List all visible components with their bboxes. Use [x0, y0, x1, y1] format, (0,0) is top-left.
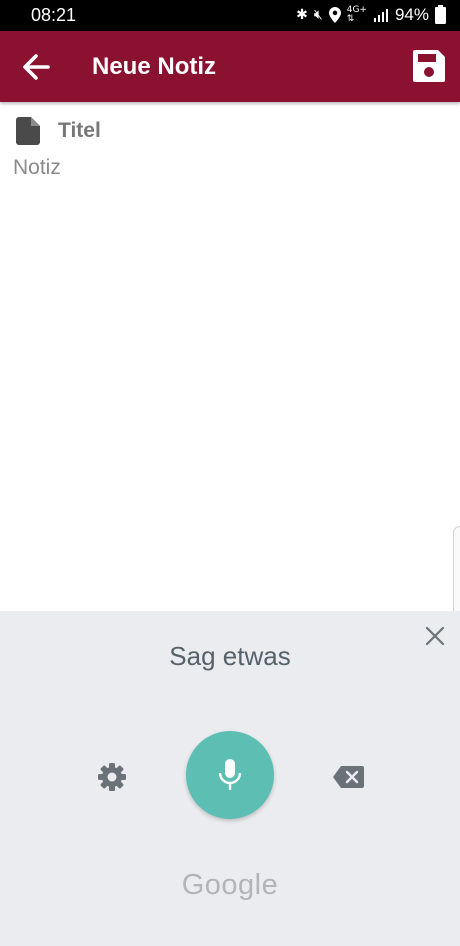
voice-prompt: Sag etwas — [169, 641, 291, 671]
page-title: Neue Notiz — [92, 53, 217, 80]
mute-icon: 🔇︎ — [313, 7, 323, 23]
battery-icon — [435, 4, 446, 24]
status-bar: 08:21 ✱ 🔇︎ 4G+ ⇅ 94% — [0, 0, 460, 31]
microphone-button[interactable] — [186, 731, 274, 819]
google-logo: Google — [181, 869, 279, 901]
battery-percentage: 94% — [394, 5, 429, 24]
4g-icon: 4G+ ⇅ — [346, 5, 367, 24]
document-icon — [16, 117, 40, 145]
app-bar: Neue Notiz — [0, 31, 460, 102]
status-time: 08:21 — [31, 5, 77, 25]
voice-input-panel: Sag etwas Google — [0, 611, 460, 946]
status-icons: ✱ 🔇︎ 4G+ ⇅ 94% — [296, 4, 446, 25]
signal-icon — [373, 9, 388, 22]
settings-gear-icon[interactable] — [97, 762, 127, 792]
microphone-icon — [218, 759, 242, 790]
note-input[interactable] — [13, 156, 443, 556]
location-icon — [328, 7, 341, 23]
title-row — [16, 116, 418, 146]
backspace-icon[interactable] — [332, 765, 365, 789]
title-input[interactable] — [58, 119, 418, 143]
bluetooth-icon: ✱ — [296, 7, 308, 23]
back-arrow-icon[interactable] — [18, 49, 54, 85]
save-icon[interactable] — [412, 49, 446, 83]
